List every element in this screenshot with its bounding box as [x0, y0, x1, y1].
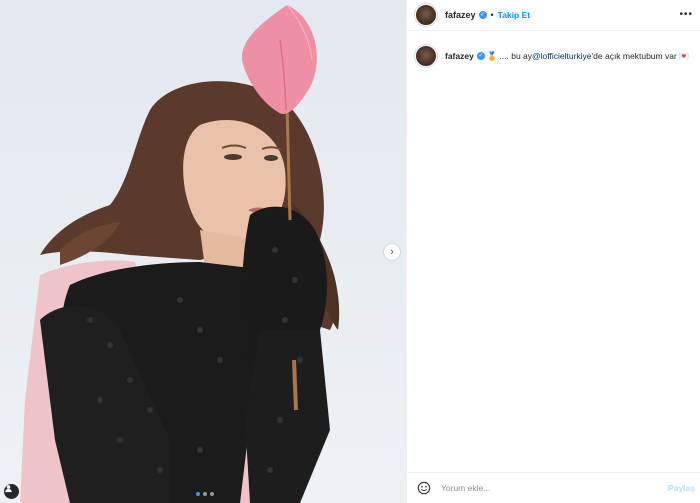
caption-avatar[interactable]: [415, 45, 437, 67]
user-tag-icon[interactable]: [4, 484, 19, 499]
comment-input[interactable]: Yorum ekle...: [441, 483, 668, 493]
caption-text-start: .... bu ay: [499, 51, 533, 61]
carousel-dot: [210, 492, 214, 496]
username-link[interactable]: fafazey: [445, 10, 476, 20]
mention-link[interactable]: @lofficielturkiye: [532, 51, 592, 61]
caption-text-end: 'de açık mektubum var: [591, 51, 677, 61]
post-photo[interactable]: ›: [0, 0, 406, 503]
comment-bar: Yorum ekle... Paylaş: [407, 472, 700, 503]
carousel-dot: [203, 492, 207, 496]
post-header: fafazey ✓ • Takip Et •••: [407, 0, 700, 31]
verified-badge-icon: ✓: [478, 11, 487, 19]
verified-badge-icon: ✓: [476, 52, 485, 60]
separator: •: [490, 10, 494, 20]
carousel-dot: [196, 492, 200, 496]
emoji-smile-icon[interactable]: [417, 481, 431, 495]
caption-username[interactable]: fafazey: [445, 51, 474, 61]
medal-emoji: 🏅: [486, 50, 498, 61]
post-viewer: › fafazey ✓ • Takip Et ••• fafazey ✓ 🏅 .…: [0, 0, 700, 503]
follow-button[interactable]: Takip Et: [498, 10, 530, 20]
more-options-icon[interactable]: •••: [679, 9, 693, 20]
portrait-illustration: [20, 4, 340, 503]
post-caption: fafazey ✓ 🏅 .... bu ay @lofficielturkiye…: [407, 31, 700, 67]
next-photo-button[interactable]: ›: [384, 244, 400, 260]
love-letter-emoji: 💌: [678, 50, 690, 61]
post-side-panel: fafazey ✓ • Takip Et ••• fafazey ✓ 🏅 ...…: [406, 0, 700, 503]
avatar[interactable]: [415, 4, 437, 26]
caption-text: fafazey ✓ 🏅 .... bu ay @lofficielturkiye…: [445, 51, 691, 62]
carousel-dots: [196, 492, 214, 496]
post-comment-button[interactable]: Paylaş: [668, 483, 695, 493]
